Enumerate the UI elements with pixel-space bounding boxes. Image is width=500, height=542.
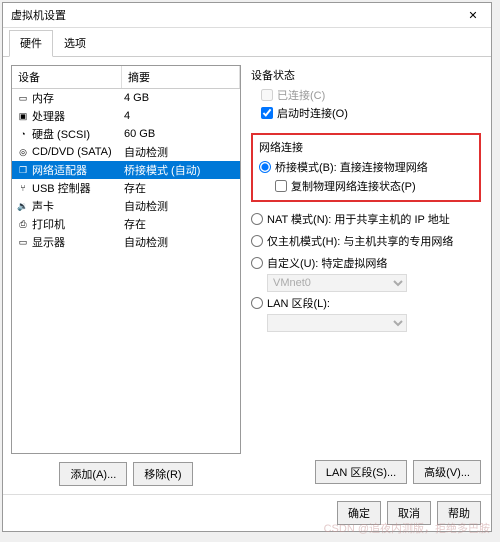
- network-title: 网络连接: [259, 139, 473, 155]
- cd-icon: ◎: [16, 146, 30, 158]
- dialog-footer: 确定 取消 帮助: [3, 494, 491, 531]
- bridged-label: 桥接模式(B): 直接连接物理网络: [275, 159, 428, 175]
- hostonly-radio[interactable]: [251, 235, 263, 247]
- ok-button[interactable]: 确定: [337, 501, 381, 525]
- left-button-row: 添加(A)... 移除(R): [11, 462, 241, 486]
- cancel-button[interactable]: 取消: [387, 501, 431, 525]
- close-icon: ✕: [468, 9, 477, 22]
- right-button-row: LAN 区段(S)... 高级(V)...: [251, 452, 481, 484]
- custom-radio[interactable]: [251, 257, 263, 269]
- left-panel: 设备 摘要 ▭ 内存 4 GB ▣ 处理器 4 ◔ 硬盘 (SCSI) 60 G…: [11, 65, 241, 486]
- add-button[interactable]: 添加(A)...: [59, 462, 127, 486]
- list-item-memory[interactable]: ▭ 内存 4 GB: [12, 89, 240, 107]
- advanced-button[interactable]: 高级(V)...: [413, 460, 481, 484]
- hostonly-row[interactable]: 仅主机模式(H): 与主机共享的专用网络: [251, 233, 481, 249]
- poweron-label: 启动时连接(O): [277, 105, 348, 121]
- custom-vmnet-select: VMnet0: [267, 274, 407, 292]
- close-button[interactable]: ✕: [463, 7, 483, 23]
- status-title: 设备状态: [251, 67, 481, 83]
- list-item-display[interactable]: ▭ 显示器 自动检测: [12, 233, 240, 251]
- content-area: 设备 摘要 ▭ 内存 4 GB ▣ 处理器 4 ◔ 硬盘 (SCSI) 60 G…: [3, 57, 491, 494]
- list-item-printer[interactable]: ⎙ 打印机 存在: [12, 215, 240, 233]
- lansegment-select: [267, 314, 407, 332]
- poweron-row[interactable]: 启动时连接(O): [261, 105, 481, 121]
- lansegment-label: LAN 区段(L):: [267, 295, 330, 311]
- list-item-cpu[interactable]: ▣ 处理器 4: [12, 107, 240, 125]
- connected-checkbox: [261, 89, 273, 101]
- vm-settings-dialog: 虚拟机设置 ✕ 硬件 选项 设备 摘要 ▭ 内存 4 GB ▣ 处理器 4: [2, 2, 492, 532]
- display-icon: ▭: [16, 236, 30, 248]
- lansegment-row[interactable]: LAN 区段(L):: [251, 295, 481, 311]
- sound-icon: 🔉: [16, 200, 30, 212]
- memory-icon: ▭: [16, 92, 30, 104]
- lan-segments-button[interactable]: LAN 区段(S)...: [315, 460, 407, 484]
- custom-label: 自定义(U): 特定虚拟网络: [267, 255, 387, 271]
- usb-icon: ⑂: [16, 182, 30, 194]
- nat-label: NAT 模式(N): 用于共享主机的 IP 地址: [267, 211, 450, 227]
- hostonly-label: 仅主机模式(H): 与主机共享的专用网络: [267, 233, 453, 249]
- poweron-checkbox[interactable]: [261, 107, 273, 119]
- disk-icon: ◔: [16, 128, 30, 140]
- lansegment-radio[interactable]: [251, 297, 263, 309]
- replicate-label: 复制物理网络连接状态(P): [291, 178, 416, 194]
- list-item-usb[interactable]: ⑂ USB 控制器 存在: [12, 179, 240, 197]
- connected-label: 已连接(C): [277, 87, 325, 103]
- titlebar: 虚拟机设置 ✕: [3, 3, 491, 28]
- list-item-network[interactable]: ❐ 网络适配器 桥接模式 (自动): [12, 161, 240, 179]
- remove-button[interactable]: 移除(R): [133, 462, 192, 486]
- device-status-group: 设备状态 已连接(C) 启动时连接(O): [251, 67, 481, 123]
- cpu-icon: ▣: [16, 110, 30, 122]
- tab-hardware[interactable]: 硬件: [9, 30, 53, 57]
- tab-bar: 硬件 选项: [3, 30, 491, 57]
- list-item-sound[interactable]: 🔉 声卡 自动检测: [12, 197, 240, 215]
- header-summary[interactable]: 摘要: [122, 66, 240, 88]
- header-device[interactable]: 设备: [12, 66, 122, 88]
- help-button[interactable]: 帮助: [437, 501, 481, 525]
- tab-options[interactable]: 选项: [53, 30, 97, 56]
- network-highlight: 网络连接 桥接模式(B): 直接连接物理网络 复制物理网络连接状态(P): [251, 133, 481, 202]
- nat-radio[interactable]: [251, 213, 263, 225]
- network-icon: ❐: [16, 164, 30, 176]
- window-title: 虚拟机设置: [11, 7, 66, 23]
- list-item-disk[interactable]: ◔ 硬盘 (SCSI) 60 GB: [12, 125, 240, 143]
- device-list: 设备 摘要 ▭ 内存 4 GB ▣ 处理器 4 ◔ 硬盘 (SCSI) 60 G…: [11, 65, 241, 454]
- replicate-checkbox[interactable]: [275, 180, 287, 192]
- custom-row[interactable]: 自定义(U): 特定虚拟网络: [251, 255, 481, 271]
- right-panel: 设备状态 已连接(C) 启动时连接(O) 网络连接 桥接模式(B): 直接连接物…: [249, 65, 483, 486]
- printer-icon: ⎙: [16, 218, 30, 230]
- replicate-row[interactable]: 复制物理网络连接状态(P): [275, 178, 473, 194]
- bridged-radio[interactable]: [259, 161, 271, 173]
- bridged-row[interactable]: 桥接模式(B): 直接连接物理网络: [259, 159, 473, 175]
- nat-row[interactable]: NAT 模式(N): 用于共享主机的 IP 地址: [251, 211, 481, 227]
- list-item-cddvd[interactable]: ◎ CD/DVD (SATA) 自动检测: [12, 143, 240, 161]
- connected-row: 已连接(C): [261, 87, 481, 103]
- list-header: 设备 摘要: [12, 66, 240, 89]
